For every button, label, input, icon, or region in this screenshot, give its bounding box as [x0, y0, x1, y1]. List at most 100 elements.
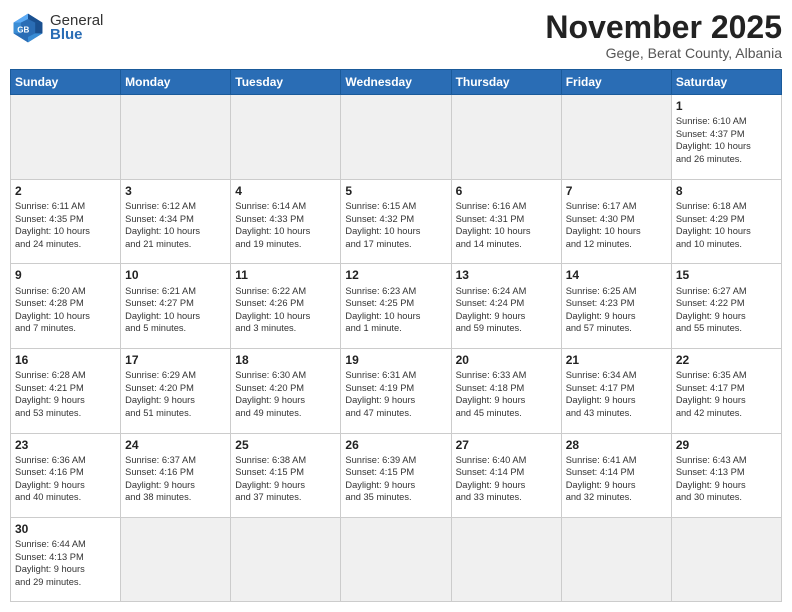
- day-cell: 22Sunrise: 6:35 AM Sunset: 4:17 PM Dayli…: [671, 348, 781, 433]
- day-cell: [561, 95, 671, 180]
- day-number: 5: [345, 183, 446, 199]
- day-info: Sunrise: 6:35 AM Sunset: 4:17 PM Dayligh…: [676, 369, 777, 419]
- day-cell: 17Sunrise: 6:29 AM Sunset: 4:20 PM Dayli…: [121, 348, 231, 433]
- day-number: 28: [566, 437, 667, 453]
- day-number: 4: [235, 183, 336, 199]
- day-info: Sunrise: 6:39 AM Sunset: 4:15 PM Dayligh…: [345, 454, 446, 504]
- weekday-header-wednesday: Wednesday: [341, 70, 451, 95]
- day-number: 13: [456, 267, 557, 283]
- subtitle: Gege, Berat County, Albania: [545, 45, 782, 61]
- day-cell: [451, 518, 561, 602]
- day-info: Sunrise: 6:18 AM Sunset: 4:29 PM Dayligh…: [676, 200, 777, 250]
- day-info: Sunrise: 6:29 AM Sunset: 4:20 PM Dayligh…: [125, 369, 226, 419]
- calendar-header: SundayMondayTuesdayWednesdayThursdayFrid…: [11, 70, 782, 95]
- day-info: Sunrise: 6:11 AM Sunset: 4:35 PM Dayligh…: [15, 200, 116, 250]
- day-cell: [451, 95, 561, 180]
- header: GB General Blue November 2025 Gege, Bera…: [10, 10, 782, 61]
- day-number: 20: [456, 352, 557, 368]
- day-cell: [121, 518, 231, 602]
- day-cell: 6Sunrise: 6:16 AM Sunset: 4:31 PM Daylig…: [451, 179, 561, 264]
- day-cell: [11, 95, 121, 180]
- day-cell: 28Sunrise: 6:41 AM Sunset: 4:14 PM Dayli…: [561, 433, 671, 518]
- day-cell: [341, 95, 451, 180]
- logo-text: General Blue: [50, 13, 103, 44]
- day-number: 16: [15, 352, 116, 368]
- day-info: Sunrise: 6:23 AM Sunset: 4:25 PM Dayligh…: [345, 285, 446, 335]
- day-info: Sunrise: 6:43 AM Sunset: 4:13 PM Dayligh…: [676, 454, 777, 504]
- day-info: Sunrise: 6:38 AM Sunset: 4:15 PM Dayligh…: [235, 454, 336, 504]
- day-cell: 4Sunrise: 6:14 AM Sunset: 4:33 PM Daylig…: [231, 179, 341, 264]
- day-info: Sunrise: 6:15 AM Sunset: 4:32 PM Dayligh…: [345, 200, 446, 250]
- day-info: Sunrise: 6:41 AM Sunset: 4:14 PM Dayligh…: [566, 454, 667, 504]
- day-cell: 7Sunrise: 6:17 AM Sunset: 4:30 PM Daylig…: [561, 179, 671, 264]
- day-cell: 10 Sunrise: 6:21 AM Sunset: 4:27 PM Dayli…: [121, 264, 231, 349]
- day-info: Sunrise: 6:30 AM Sunset: 4:20 PM Dayligh…: [235, 369, 336, 419]
- week-row-2: 2Sunrise: 6:11 AM Sunset: 4:35 PM Daylig…: [11, 179, 782, 264]
- day-cell: 3Sunrise: 6:12 AM Sunset: 4:34 PM Daylig…: [121, 179, 231, 264]
- day-number: 3: [125, 183, 226, 199]
- day-info: Sunrise: 6:10 AM Sunset: 4:37 PM Dayligh…: [676, 115, 777, 165]
- weekday-header-saturday: Saturday: [671, 70, 781, 95]
- day-cell: [231, 95, 341, 180]
- day-cell: 11Sunrise: 6:22 AM Sunset: 4:26 PM Dayli…: [231, 264, 341, 349]
- day-cell: 15 Sunrise: 6:27 AM Sunset: 4:22 PM Dayli…: [671, 264, 781, 349]
- day-cell: 30Sunrise: 6:44 AM Sunset: 4:13 PM Dayli…: [11, 518, 121, 602]
- day-cell: 19Sunrise: 6:31 AM Sunset: 4:19 PM Dayli…: [341, 348, 451, 433]
- day-info: Sunrise: 6:20 AM Sunset: 4:28 PM Dayligh…: [15, 285, 116, 335]
- calendar-body: 1Sunrise: 6:10 AM Sunset: 4:37 PM Daylig…: [11, 95, 782, 602]
- weekday-header-sunday: Sunday: [11, 70, 121, 95]
- day-number: 9: [15, 267, 116, 283]
- svg-text:GB: GB: [17, 26, 29, 35]
- day-cell: 13 Sunrise: 6:24 AM Sunset: 4:24 PM Dayli…: [451, 264, 561, 349]
- page: GB General Blue November 2025 Gege, Bera…: [0, 0, 792, 612]
- day-number: 22: [676, 352, 777, 368]
- day-info: Sunrise: 6:33 AM Sunset: 4:18 PM Dayligh…: [456, 369, 557, 419]
- day-info: Sunrise: 6:14 AM Sunset: 4:33 PM Dayligh…: [235, 200, 336, 250]
- day-info: Sunrise: 6:12 AM Sunset: 4:34 PM Dayligh…: [125, 200, 226, 250]
- day-cell: [121, 95, 231, 180]
- day-cell: 5Sunrise: 6:15 AM Sunset: 4:32 PM Daylig…: [341, 179, 451, 264]
- day-cell: [671, 518, 781, 602]
- day-cell: [341, 518, 451, 602]
- month-title: November 2025: [545, 10, 782, 45]
- title-block: November 2025 Gege, Berat County, Albani…: [545, 10, 782, 61]
- day-number: 27: [456, 437, 557, 453]
- day-cell: 1Sunrise: 6:10 AM Sunset: 4:37 PM Daylig…: [671, 95, 781, 180]
- day-number: 10: [125, 267, 226, 283]
- day-info: Sunrise: 6:27 AM Sunset: 4:22 PM Dayligh…: [676, 285, 777, 335]
- day-number: 11: [235, 267, 336, 283]
- day-number: 25: [235, 437, 336, 453]
- day-number: 15: [676, 267, 777, 283]
- day-number: 6: [456, 183, 557, 199]
- weekday-header-thursday: Thursday: [451, 70, 561, 95]
- day-number: 7: [566, 183, 667, 199]
- day-info: Sunrise: 6:31 AM Sunset: 4:19 PM Dayligh…: [345, 369, 446, 419]
- logo: GB General Blue: [10, 10, 103, 46]
- day-info: Sunrise: 6:24 AM Sunset: 4:24 PM Dayligh…: [456, 285, 557, 335]
- day-info: Sunrise: 6:16 AM Sunset: 4:31 PM Dayligh…: [456, 200, 557, 250]
- week-row-6: 30Sunrise: 6:44 AM Sunset: 4:13 PM Dayli…: [11, 518, 782, 602]
- day-number: 1: [676, 98, 777, 114]
- day-cell: [561, 518, 671, 602]
- weekday-header-tuesday: Tuesday: [231, 70, 341, 95]
- day-cell: 29Sunrise: 6:43 AM Sunset: 4:13 PM Dayli…: [671, 433, 781, 518]
- day-cell: 23Sunrise: 6:36 AM Sunset: 4:16 PM Dayli…: [11, 433, 121, 518]
- day-info: Sunrise: 6:40 AM Sunset: 4:14 PM Dayligh…: [456, 454, 557, 504]
- weekday-header-friday: Friday: [561, 70, 671, 95]
- day-info: Sunrise: 6:34 AM Sunset: 4:17 PM Dayligh…: [566, 369, 667, 419]
- day-cell: 24Sunrise: 6:37 AM Sunset: 4:16 PM Dayli…: [121, 433, 231, 518]
- logo-blue: Blue: [50, 27, 103, 44]
- day-info: Sunrise: 6:25 AM Sunset: 4:23 PM Dayligh…: [566, 285, 667, 335]
- day-cell: 25Sunrise: 6:38 AM Sunset: 4:15 PM Dayli…: [231, 433, 341, 518]
- day-number: 21: [566, 352, 667, 368]
- week-row-5: 23Sunrise: 6:36 AM Sunset: 4:16 PM Dayli…: [11, 433, 782, 518]
- day-number: 24: [125, 437, 226, 453]
- day-number: 2: [15, 183, 116, 199]
- day-info: Sunrise: 6:21 AM Sunset: 4:27 PM Dayligh…: [125, 285, 226, 335]
- day-info: Sunrise: 6:28 AM Sunset: 4:21 PM Dayligh…: [15, 369, 116, 419]
- day-cell: 8Sunrise: 6:18 AM Sunset: 4:29 PM Daylig…: [671, 179, 781, 264]
- week-row-4: 16Sunrise: 6:28 AM Sunset: 4:21 PM Dayli…: [11, 348, 782, 433]
- logo-icon: GB: [10, 10, 46, 46]
- day-info: Sunrise: 6:17 AM Sunset: 4:30 PM Dayligh…: [566, 200, 667, 250]
- day-cell: 21Sunrise: 6:34 AM Sunset: 4:17 PM Dayli…: [561, 348, 671, 433]
